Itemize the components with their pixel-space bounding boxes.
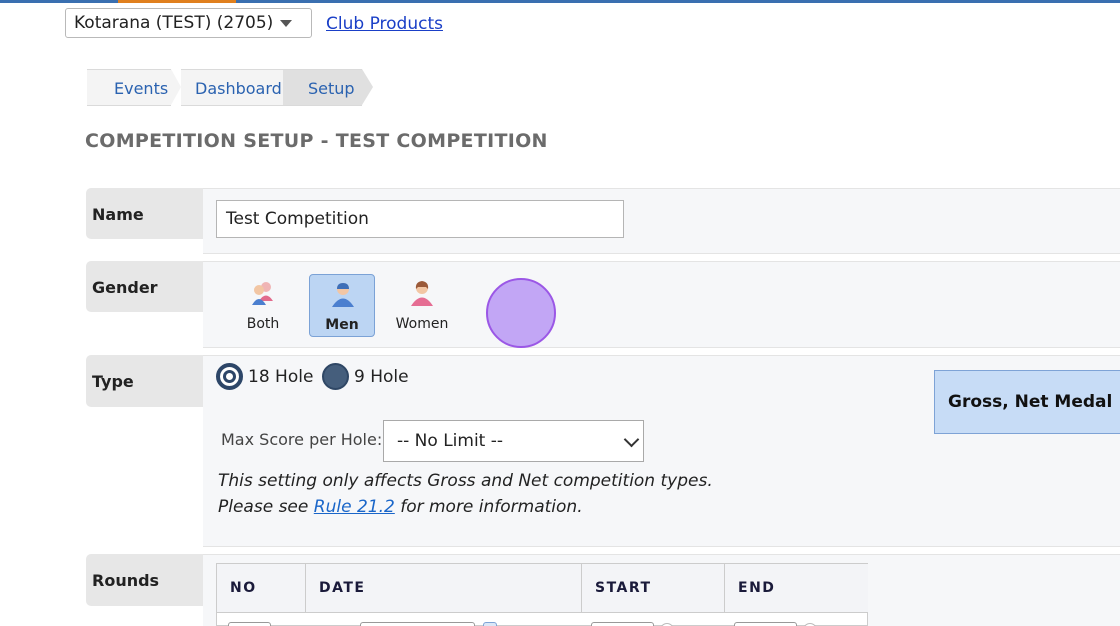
rounds-table: NO DATE START END <box>216 563 868 626</box>
round-no-input[interactable] <box>228 622 271 626</box>
max-score-label: Max Score per Hole: <box>221 430 383 449</box>
club-select[interactable]: Kotarana (TEST) (2705) <box>65 8 312 38</box>
column-header-end: END <box>725 564 868 612</box>
club-products-link[interactable]: Club Products <box>326 14 443 34</box>
gender-option-both[interactable]: Both <box>230 274 296 337</box>
breadcrumb-separator <box>362 69 373 105</box>
breadcrumb-events[interactable]: Events <box>114 69 168 106</box>
chevron-down-icon <box>623 431 640 448</box>
round-end-input[interactable] <box>734 622 797 626</box>
chevron-down-icon <box>280 20 292 27</box>
gender-option-men[interactable]: Men <box>309 274 375 337</box>
type-label: Type <box>86 355 203 407</box>
max-score-value: -- No Limit -- <box>397 431 504 451</box>
competition-name-input[interactable]: Test Competition <box>216 200 624 238</box>
breadcrumb-separator <box>171 69 181 105</box>
club-select-value: Kotarana (TEST) (2705) <box>74 13 274 33</box>
person-female-icon <box>411 281 433 306</box>
breadcrumb-dashboard[interactable]: Dashboard <box>195 69 282 106</box>
column-header-start: START <box>582 564 725 612</box>
rule-note-prefix: Please see <box>218 497 309 517</box>
radio-9-hole-label[interactable]: 9 Hole <box>354 367 409 387</box>
calendar-icon[interactable] <box>483 622 497 626</box>
round-start-input[interactable] <box>591 622 654 626</box>
gender-women-label: Women <box>395 316 449 332</box>
people-both-icon <box>252 282 273 305</box>
gender-men-label: Men <box>325 317 359 333</box>
radio-18-hole-label[interactable]: 18 Hole <box>248 367 313 387</box>
page-title: COMPETITION SETUP - TEST COMPETITION <box>85 130 548 152</box>
gender-both-label: Both <box>246 316 280 332</box>
name-label: Name <box>86 188 203 239</box>
gender-option-women[interactable]: Women <box>389 274 455 337</box>
table-header-divider <box>217 612 867 613</box>
column-header-date: DATE <box>306 564 582 612</box>
max-score-note: This setting only affects Gross and Net … <box>218 471 713 491</box>
breadcrumb-setup[interactable]: Setup <box>308 69 355 106</box>
max-score-select[interactable]: -- No Limit -- <box>383 420 644 462</box>
rule-note-suffix: for more information. <box>400 497 583 517</box>
column-header-no: NO <box>217 564 306 612</box>
person-male-icon <box>332 283 354 307</box>
radio-9-hole[interactable] <box>322 363 349 390</box>
radio-18-hole[interactable] <box>216 363 243 390</box>
round-date-input[interactable] <box>360 622 475 626</box>
competition-type-badge[interactable]: Gross, Net Medal <box>934 370 1120 434</box>
click-indicator <box>486 278 556 348</box>
rounds-label: Rounds <box>86 554 203 606</box>
gender-label: Gender <box>86 261 203 312</box>
rule-note: Please see Rule 21.2 for more informatio… <box>218 497 583 517</box>
rule-21-2-link[interactable]: Rule 21.2 <box>314 497 395 517</box>
top-active-tab-indicator <box>118 0 236 3</box>
